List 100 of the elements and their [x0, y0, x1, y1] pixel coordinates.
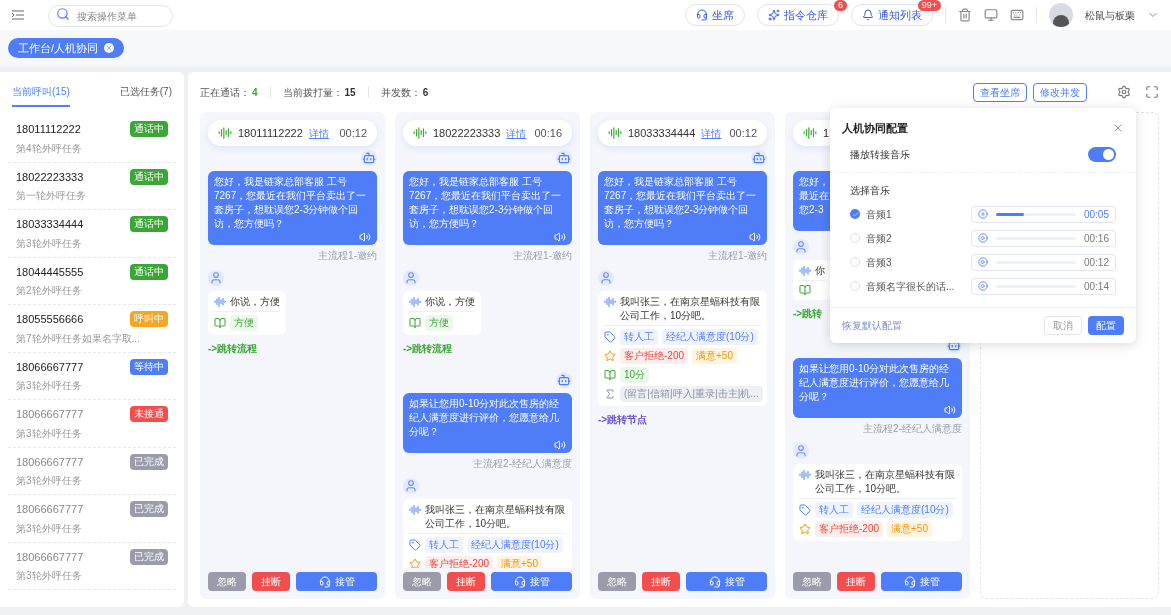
book-icon: [604, 369, 616, 381]
jump-link[interactable]: ->跳转: [793, 306, 823, 321]
book-icon: [409, 317, 421, 329]
stat-label: 并发数：: [380, 85, 421, 100]
phone-number[interactable]: 18055556666: [16, 311, 84, 328]
close-icon[interactable]: [104, 43, 115, 53]
tag-icon: [409, 539, 421, 551]
task-name: 第3轮外呼任务: [16, 426, 83, 441]
phone-number[interactable]: 18066667777: [16, 406, 84, 423]
music-switch[interactable]: [1088, 146, 1116, 162]
takeover-button[interactable]: 接管: [491, 572, 572, 591]
takeover-button[interactable]: 接管: [296, 572, 377, 591]
bot-message: 您好，我是链家总部客服 工号7267，您最近在我们平台卖出了一套房子，想耽误您2-3分钟做个回访，您方便吗？: [208, 171, 377, 245]
section-title: 选择音乐: [849, 183, 891, 198]
hangup-button[interactable]: 挂断: [447, 572, 485, 591]
sound-wave-icon: [803, 126, 817, 140]
call-number: 18022223333: [433, 125, 501, 141]
ignore-button[interactable]: 忽略: [598, 572, 636, 591]
fullscreen-icon[interactable]: [1145, 85, 1159, 99]
hangup-button[interactable]: 挂断: [252, 572, 290, 591]
robot-icon: [751, 150, 767, 166]
ignore-button[interactable]: 忽略: [208, 572, 246, 591]
ignore-button[interactable]: 忽略: [793, 572, 831, 591]
reply-text: 我叫张三，在南京星蝠科技有限公司工作，10分吧。: [815, 468, 956, 496]
flow-label: 主流程1-邀约: [513, 250, 572, 262]
task-name: 第3轮外呼任务: [16, 236, 83, 251]
phone-number[interactable]: 18066667777: [16, 358, 84, 375]
track-time: 00:05: [1083, 207, 1109, 222]
phone-number[interactable]: 18033334444: [16, 216, 84, 233]
page-tab[interactable]: 工作台/人机协同: [8, 38, 125, 58]
track-name[interactable]: 音频3: [866, 254, 892, 270]
confirm-button[interactable]: 配置: [1088, 315, 1124, 335]
phone-number[interactable]: 18022223333: [16, 168, 84, 185]
radio[interactable]: [850, 209, 860, 219]
track-name[interactable]: 音频2: [866, 230, 892, 246]
hangup-button[interactable]: 挂断: [642, 572, 680, 591]
ignore-button[interactable]: 忽略: [403, 572, 441, 591]
hangup-button[interactable]: 挂断: [837, 572, 875, 591]
label-chip: 客户拒绝-200: [620, 348, 688, 364]
phone-number[interactable]: 18066667777: [16, 453, 84, 470]
status-tag: 已完成: [130, 548, 168, 565]
pause-icon[interactable]: [978, 209, 988, 219]
search-field[interactable]: 搜索操作菜单: [48, 5, 173, 28]
reset-link[interactable]: 恢复默认配置: [842, 317, 902, 333]
settings-icon[interactable]: [1117, 85, 1131, 99]
list-tab[interactable]: 已选任务(7): [119, 84, 172, 107]
call-number: 18011112222: [238, 125, 303, 141]
takeover-button[interactable]: 接管: [686, 572, 767, 591]
headset-icon: [318, 575, 331, 588]
speaker-icon: [554, 231, 566, 243]
label-chip: 转人工: [620, 329, 658, 345]
sound-wave-icon: [608, 126, 622, 140]
trash-icon[interactable]: [958, 8, 972, 22]
status-tag: 已完成: [130, 501, 168, 518]
phone-number[interactable]: 18066667777: [16, 548, 84, 565]
panel-title: 人机协同配置: [842, 121, 908, 136]
avatar[interactable]: [1049, 3, 1073, 27]
label-chip: (留言|信箱|呼入|重录|击主|机...: [620, 386, 763, 402]
task-name: 第3轮外呼任务: [16, 521, 83, 536]
keyboard-icon[interactable]: [1010, 8, 1024, 22]
takeover-button[interactable]: 接管: [881, 572, 962, 591]
flow-label: 主流程2-经纪人满意度: [863, 423, 962, 435]
task-name: 第3轮外呼任务: [16, 474, 83, 488]
stat-label: 当前拨打量：: [282, 85, 343, 100]
jump-link[interactable]: ->跳转节点: [598, 412, 648, 427]
track-name[interactable]: 音频名字很长的话...: [866, 278, 955, 294]
outline-button[interactable]: 修改并发: [1033, 82, 1087, 102]
jump-link[interactable]: ->跳转流程: [208, 341, 258, 356]
play-icon[interactable]: [978, 257, 988, 267]
robot-icon: [361, 150, 377, 166]
user-avatar-icon: [793, 239, 809, 255]
outline-button[interactable]: 查看坐席: [973, 82, 1027, 102]
sound-wave-icon: [218, 126, 232, 140]
details-link[interactable]: 详情: [701, 125, 722, 141]
play-icon[interactable]: [978, 233, 988, 243]
reply-text: 我叫张三，在南京星蝠科技有限公司工作，10分吧。: [425, 503, 566, 531]
play-icon[interactable]: [978, 281, 988, 291]
flow-label: 主流程1-邀约: [318, 250, 377, 262]
phone-number[interactable]: 18044445555: [16, 263, 84, 280]
jump-link[interactable]: ->跳转流程: [403, 341, 453, 356]
phone-number[interactable]: 18066667777: [16, 501, 84, 518]
menu-icon[interactable]: [12, 9, 24, 21]
phone-number[interactable]: 18011112222: [16, 121, 81, 138]
reply-text: 我叫张三，在南京星蝠科技有限公司工作，10分吧。: [620, 295, 761, 323]
cancel-button[interactable]: 取消: [1044, 315, 1082, 335]
toggle-label: 播放转接音乐: [850, 147, 910, 162]
task-name: 第3轮外呼任务: [16, 379, 83, 393]
speaker-icon: [554, 439, 566, 451]
star-icon: [799, 523, 811, 535]
list-tab[interactable]: 当前呼叫(15): [12, 84, 70, 107]
details-link[interactable]: 详情: [308, 125, 329, 141]
user-avatar-icon: [208, 270, 224, 286]
track-name[interactable]: 音频1: [866, 206, 892, 222]
track-time: 00:16: [1083, 231, 1109, 246]
label-chip: 满意+50: [887, 521, 932, 537]
user-name[interactable]: 松鼠与板栗: [1085, 7, 1135, 23]
details-link[interactable]: 详情: [506, 125, 527, 141]
track-time: 00:12: [1083, 255, 1109, 270]
monitor-icon[interactable]: [984, 8, 998, 22]
user-avatar-icon: [403, 270, 419, 286]
